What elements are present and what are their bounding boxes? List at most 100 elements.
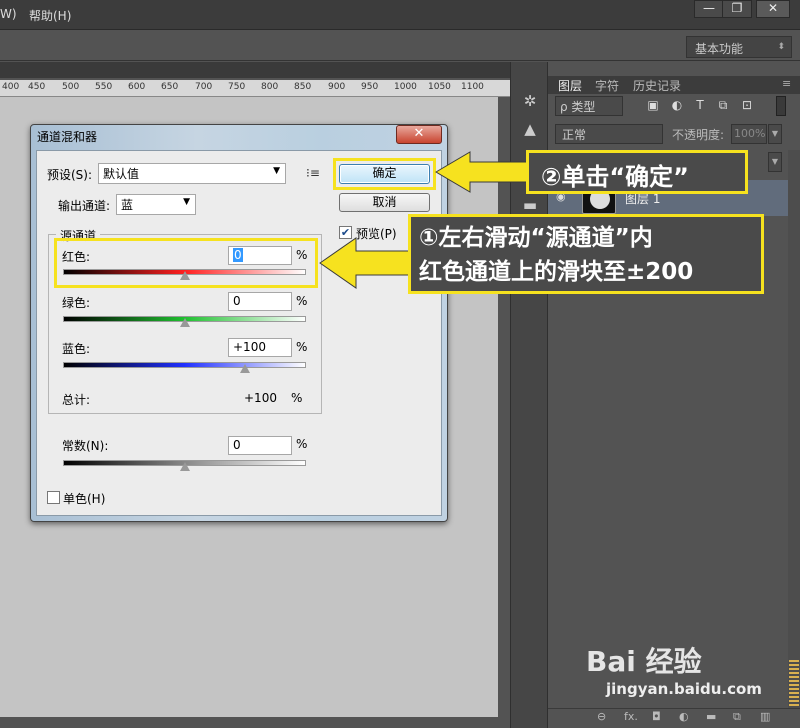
- fx-icon[interactable]: fx.: [624, 710, 638, 723]
- step1-line1: ①左右滑动“源通道”内: [419, 225, 653, 251]
- link-icon[interactable]: ⊖: [597, 710, 606, 723]
- watermark-url: jingyan.baidu.com: [606, 680, 762, 698]
- landscape-icon[interactable]: ▲: [522, 120, 538, 138]
- green-label: 绿色:: [62, 296, 91, 310]
- ruler-tick: 550: [95, 82, 113, 92]
- adjustment-layer-icon[interactable]: ◐: [679, 710, 689, 723]
- green-input[interactable]: 0: [228, 292, 292, 311]
- ruler-tick: 1100: [461, 82, 484, 92]
- restore-button[interactable]: ❐: [722, 0, 752, 18]
- output-channel-select[interactable]: 蓝 ▼: [116, 194, 196, 215]
- output-channel-value: 蓝: [121, 198, 134, 212]
- step2-text: ②单击“确定”: [541, 163, 689, 191]
- ruler-tick: 450: [28, 82, 46, 92]
- dialog-title: 通道混和器: [37, 130, 98, 144]
- watermark-brand: Bai 经验: [586, 645, 702, 678]
- cancel-button[interactable]: 取消: [339, 193, 430, 212]
- red-highlight-box: [54, 238, 318, 288]
- updown-arrows-icon: ⬍: [777, 42, 785, 52]
- blend-mode-label: 正常: [562, 128, 587, 142]
- ruler-tick: 700: [195, 82, 213, 92]
- ruler-tick: 950: [361, 82, 379, 92]
- panel-menu-icon[interactable]: ≡: [782, 77, 791, 90]
- menu-item-help[interactable]: 帮助(H): [29, 7, 71, 24]
- type-filter-icon[interactable]: T: [693, 98, 707, 112]
- new-layer-icon[interactable]: ⧉: [733, 710, 741, 724]
- ruler-tick: 750: [228, 82, 246, 92]
- image-filter-icon[interactable]: ▣: [646, 98, 660, 112]
- green-value: 0: [233, 294, 241, 308]
- baidu-watermark: Bai 经验 jingyan.baidu.com: [586, 640, 762, 698]
- chevron-down-icon[interactable]: ▼: [768, 124, 782, 144]
- ruler-tick: 600: [128, 82, 146, 92]
- filter-toggle[interactable]: [776, 96, 786, 116]
- ruler-tick: 500: [62, 82, 80, 92]
- folder-icon[interactable]: ▬: [706, 710, 716, 723]
- horizontal-ruler: 400 450 500 550 600 650 700 750 800 850 …: [0, 80, 510, 97]
- constant-slider-knob[interactable]: [179, 462, 190, 471]
- opacity-value: 100%: [734, 127, 766, 140]
- total-percent: %: [291, 391, 303, 405]
- shape-filter-icon[interactable]: ⧉: [716, 98, 730, 112]
- opacity-label: 不透明度:: [672, 128, 725, 142]
- ruler-tick: 650: [161, 82, 179, 92]
- workspace-select[interactable]: 基本功能 ⬍: [686, 36, 792, 58]
- blue-input[interactable]: +100: [228, 338, 292, 357]
- preset-select[interactable]: 默认值 ▼: [98, 163, 286, 184]
- constant-value: 0: [233, 438, 241, 452]
- smart-object-filter-icon[interactable]: ⊡: [740, 98, 754, 112]
- workspace-label: 基本功能: [695, 42, 744, 56]
- brush-icon[interactable]: ▬: [522, 196, 538, 214]
- total-value: +100: [244, 391, 277, 405]
- panel-scrollbar[interactable]: [788, 150, 800, 708]
- chevron-down-icon[interactable]: ▼: [768, 152, 782, 172]
- filter-label: ρ 类型: [560, 100, 596, 114]
- blend-mode-select[interactable]: 正常: [555, 124, 663, 144]
- snowflake-icon[interactable]: ✲: [522, 92, 538, 110]
- tab-character[interactable]: 字符: [595, 77, 619, 94]
- trash-icon[interactable]: ▥: [760, 710, 770, 723]
- blue-slider-knob[interactable]: [240, 364, 251, 373]
- preset-options-icon[interactable]: ⁝≡: [306, 166, 320, 180]
- arrow-to-red-icon: [319, 237, 411, 289]
- adjustment-filter-icon[interactable]: ◐: [670, 98, 684, 112]
- step1-line2: 红色通道上的滑块至±200: [419, 259, 694, 285]
- preset-value: 默认值: [103, 167, 140, 181]
- green-percent: %: [296, 294, 308, 308]
- menu-item-window[interactable]: W): [0, 7, 17, 21]
- menu-bar: W) 帮助(H) — ❐ ✕: [0, 0, 800, 30]
- blue-value: +100: [233, 340, 266, 354]
- ruler-tick: 1050: [428, 82, 451, 92]
- scroll-grip[interactable]: [789, 660, 799, 708]
- chevron-down-icon: ▼: [183, 197, 190, 207]
- preset-label: 预设(S):: [47, 168, 93, 182]
- blue-percent: %: [296, 340, 308, 354]
- ruler-tick: 850: [294, 82, 312, 92]
- blue-label: 蓝色:: [62, 342, 91, 356]
- total-label: 总计:: [62, 393, 91, 407]
- layer-filter-select[interactable]: ρ 类型: [555, 96, 623, 116]
- step2-callout: ②单击“确定”: [526, 150, 748, 194]
- green-slider-knob[interactable]: [179, 318, 190, 327]
- blue-slider-track[interactable]: [63, 362, 306, 368]
- ruler-tick: 400: [2, 82, 20, 92]
- constant-percent: %: [296, 437, 308, 451]
- close-window-button[interactable]: ✕: [756, 0, 790, 18]
- constant-label: 常数(N):: [62, 439, 109, 453]
- ruler-tick: 1000: [394, 82, 417, 92]
- ruler-tick: 800: [261, 82, 279, 92]
- mask-icon[interactable]: ◘: [652, 710, 661, 723]
- ruler-tick: 900: [328, 82, 346, 92]
- monochrome-label: 单色(H): [63, 492, 106, 506]
- opacity-input[interactable]: 100%: [731, 124, 767, 144]
- step1-callout: ①左右滑动“源通道”内 红色通道上的滑块至±200: [408, 214, 764, 294]
- ok-highlight-box: [333, 158, 436, 190]
- tab-layers[interactable]: 图层: [558, 77, 582, 94]
- options-bar: [0, 31, 800, 61]
- dialog-close-button[interactable]: ✕: [396, 125, 442, 144]
- tab-history[interactable]: 历史记录: [633, 77, 681, 94]
- minimize-button[interactable]: —: [694, 0, 724, 18]
- monochrome-checkbox[interactable]: [47, 491, 60, 504]
- constant-input[interactable]: 0: [228, 436, 292, 455]
- arrow-to-ok-icon: [435, 151, 531, 193]
